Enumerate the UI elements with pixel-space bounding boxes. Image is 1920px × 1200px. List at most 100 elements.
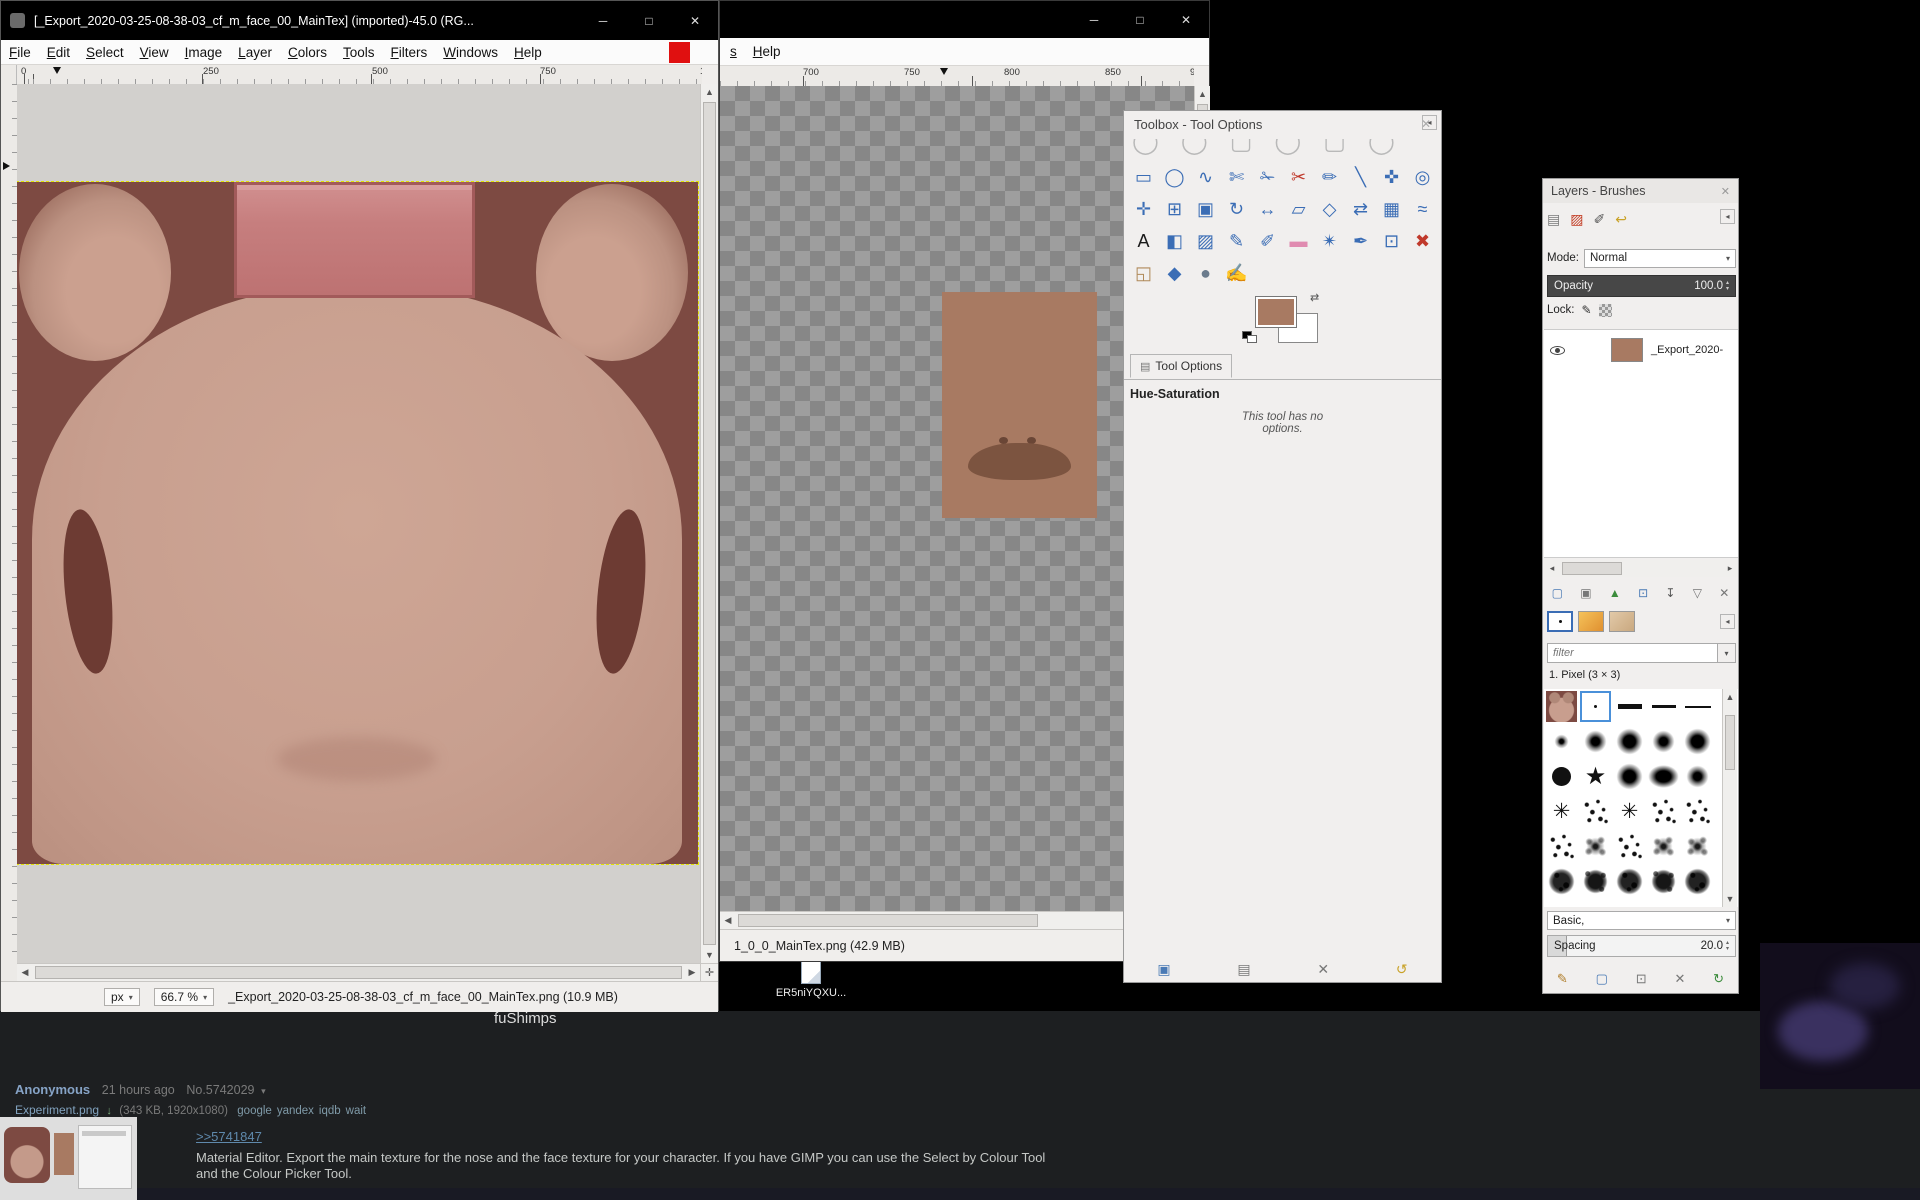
scroll-up-icon[interactable]: ▲ [1195, 86, 1211, 102]
layer-thumbnail[interactable] [1611, 338, 1643, 362]
window1-vertical-scrollbar[interactable]: ▲ ▼ [700, 84, 718, 963]
link-iqdb[interactable]: iqdb [319, 1105, 341, 1117]
panel-titlebar[interactable]: Layers - Brushes ✕ [1543, 179, 1738, 203]
spinner-arrows-icon[interactable]: ▴▾ [1726, 940, 1729, 952]
brush-star[interactable] [1580, 761, 1611, 792]
menu-help[interactable]: Help [506, 42, 550, 63]
brush-fuzzy-4[interactable] [1648, 726, 1679, 757]
menu-image[interactable]: Image [177, 42, 231, 63]
scroll-thumb[interactable] [738, 914, 1038, 927]
scroll-thumb[interactable] [1725, 715, 1735, 770]
tool-color-picker[interactable]: ╲ [1345, 161, 1376, 193]
brush-fuzzy-7[interactable] [1682, 761, 1713, 792]
scroll-up-icon[interactable]: ▲ [1722, 689, 1738, 705]
tool-scissors-select[interactable]: ✂ [1283, 161, 1314, 193]
new-brush-icon[interactable]: ▢ [1596, 972, 1608, 985]
save-tool-options-icon[interactable]: ▣ [1157, 962, 1170, 976]
brush-blob[interactable] [1648, 761, 1679, 792]
brush-scatter-2[interactable] [1648, 796, 1679, 827]
new-layer-group-icon[interactable]: ▣ [1580, 587, 1591, 599]
tool-rectangle-select[interactable]: ▭ [1128, 161, 1159, 193]
foreground-color-swatch[interactable] [1256, 297, 1296, 327]
brush-swatch-tan[interactable] [1609, 611, 1635, 632]
tool-alignment[interactable]: ⊞ [1159, 193, 1190, 225]
tool-crop[interactable]: ▣ [1190, 193, 1221, 225]
nose-texture-image[interactable] [942, 292, 1097, 518]
link-yandex[interactable]: yandex [277, 1105, 314, 1117]
layer-row[interactable]: _Export_2020- [1544, 330, 1738, 370]
raise-layer-icon[interactable]: ▲ [1609, 587, 1621, 599]
tool-intelligent-scissors[interactable]: ✁ [1252, 161, 1283, 193]
brush-grunge-5[interactable] [1682, 866, 1713, 897]
spacing-slider[interactable]: Spacing 20.0 ▴▾ [1547, 935, 1736, 957]
menu-file[interactable]: File [1, 42, 39, 63]
brush-fuzzy-2[interactable] [1580, 726, 1611, 757]
close-button[interactable]: ✕ [1163, 1, 1209, 38]
window2-titlebar[interactable]: ─ □ ✕ [720, 1, 1209, 38]
minimize-button[interactable]: ─ [580, 1, 626, 40]
tool-eraser[interactable]: ▬ [1283, 225, 1314, 257]
post-menu-caret-icon[interactable]: ▾ [261, 1086, 266, 1096]
brush-fuzzy-1[interactable] [1546, 726, 1577, 757]
tool-zoom[interactable]: ◎ [1407, 161, 1438, 193]
tool-smudge[interactable]: ● [1190, 257, 1221, 289]
menu-tools[interactable]: Tools [335, 42, 383, 63]
post-thumbnail[interactable] [0, 1117, 137, 1200]
tool-pencil[interactable]: ✎ [1221, 225, 1252, 257]
window1-horizontal-scrollbar[interactable]: ◀ ▶ [17, 963, 700, 981]
menu-view[interactable]: View [132, 42, 177, 63]
toolbox-titlebar[interactable]: Toolbox - Tool Options ✕ [1124, 111, 1441, 137]
tool-dodge-burn[interactable]: ✖ [1407, 225, 1438, 257]
tool-warp-transform[interactable]: ≈ [1407, 193, 1438, 225]
tool-scale[interactable]: ↔ [1252, 193, 1283, 225]
tab-menu-button[interactable]: ◂ [1720, 209, 1735, 224]
brush-spray-2[interactable] [1648, 831, 1679, 862]
menu-partial-s[interactable]: s [722, 41, 745, 62]
tool-foreground-select[interactable]: ✏ [1314, 161, 1345, 193]
brush-grunge-3[interactable] [1614, 866, 1645, 897]
tool-ink[interactable]: ✒ [1345, 225, 1376, 257]
restore-tool-options-icon[interactable]: ▤ [1237, 962, 1250, 976]
scroll-down-icon[interactable]: ▼ [702, 947, 718, 963]
brush-scatter-3[interactable] [1682, 796, 1713, 827]
close-button[interactable]: ✕ [672, 1, 718, 40]
tool-blend[interactable]: ◆ [1159, 257, 1190, 289]
lock-pixels-icon[interactable]: ✎ [1582, 303, 1592, 317]
tool-clone[interactable]: ⊡ [1376, 225, 1407, 257]
close-icon[interactable]: ✕ [1721, 185, 1730, 198]
layer-list-scrollbar[interactable]: ◂ ▸ [1544, 560, 1738, 577]
menu-select[interactable]: Select [78, 42, 132, 63]
post-number-link[interactable]: No.5742029 [186, 1083, 254, 1097]
brush-circle[interactable] [1546, 761, 1577, 792]
reset-tool-options-icon[interactable]: ↺ [1396, 962, 1408, 976]
filter-dropdown-icon[interactable]: ▾ [1718, 643, 1736, 663]
brush-swatch-pixel[interactable] [1547, 611, 1573, 632]
brush-scatter-1[interactable] [1580, 796, 1611, 827]
brush-filter-input[interactable] [1547, 643, 1718, 663]
menu-layer[interactable]: Layer [230, 42, 280, 63]
patterns-tab-icon[interactable]: ✐ [1593, 212, 1605, 226]
brush-grunge-2[interactable] [1580, 866, 1611, 897]
tool-measure[interactable]: ✜ [1376, 161, 1407, 193]
minimize-button[interactable]: ─ [1071, 1, 1117, 38]
brush-swatch-orange[interactable] [1578, 611, 1604, 632]
duplicate-layer-icon[interactable]: ⊡ [1638, 587, 1648, 599]
menu-colors[interactable]: Colors [280, 42, 335, 63]
brush-category-select[interactable]: Basic, ▾ [1547, 911, 1736, 930]
menu-filters[interactable]: Filters [382, 42, 435, 63]
brush-grunge-1[interactable] [1546, 866, 1577, 897]
brush-dash-2[interactable] [1648, 691, 1679, 722]
delete-brush-icon[interactable]: ✕ [1674, 972, 1685, 985]
brush-fuzzy-5[interactable] [1682, 726, 1713, 757]
brush-fuzzy-6[interactable] [1614, 761, 1645, 792]
scroll-thumb[interactable] [703, 102, 716, 945]
navigation-pan-icon[interactable]: ✛ [700, 963, 718, 981]
scroll-right-icon[interactable]: ▸ [1722, 561, 1738, 577]
window1-canvas[interactable] [17, 84, 700, 963]
scroll-left-icon[interactable]: ◀ [720, 913, 736, 929]
brushes-tab-icon[interactable]: ▨ [1570, 212, 1583, 226]
undo-history-tab-icon[interactable]: ↩ [1615, 212, 1627, 226]
menu-edit[interactable]: Edit [39, 42, 78, 63]
tool-text[interactable]: A [1128, 225, 1159, 257]
layer-mode-select[interactable]: Normal ▾ [1584, 249, 1736, 268]
